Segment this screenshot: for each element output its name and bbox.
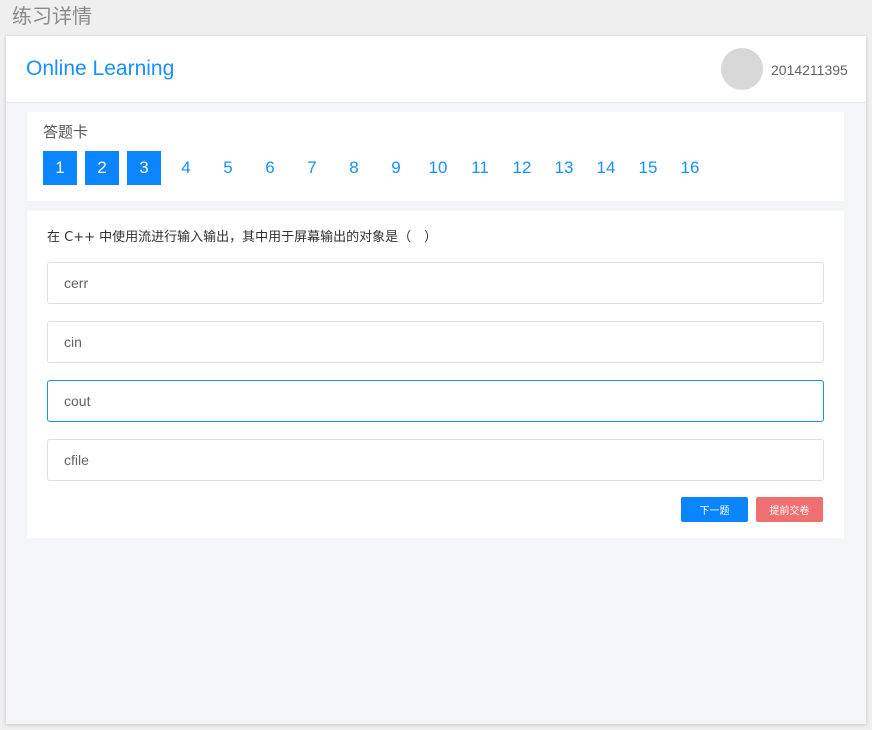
- answer-card: 答题卡 1 2 3 4 5 6 7 8 9 10 11 12 13 14 15 …: [27, 112, 844, 201]
- option-cout[interactable]: cout: [47, 380, 824, 422]
- app-window: Online Learning 2014211395 答题卡 1 2 3 4 5…: [6, 36, 866, 724]
- question-number-button[interactable]: 2: [85, 151, 119, 185]
- question-number-button[interactable]: 7: [295, 151, 329, 185]
- avatar[interactable]: [721, 48, 763, 90]
- question-number-button[interactable]: 8: [337, 151, 371, 185]
- option-cerr[interactable]: cerr: [47, 262, 824, 304]
- next-question-button[interactable]: 下一题: [681, 497, 748, 522]
- question-number-button[interactable]: 11: [463, 151, 497, 185]
- answer-card-title: 答题卡: [43, 123, 89, 141]
- question-number-button[interactable]: 12: [505, 151, 539, 185]
- option-label: cfile: [64, 452, 89, 468]
- question-number-button[interactable]: 3: [127, 151, 161, 185]
- question-number-button[interactable]: 16: [673, 151, 707, 185]
- top-header: Online Learning 2014211395: [6, 36, 866, 103]
- question-number-button[interactable]: 4: [169, 151, 203, 185]
- question-number-button[interactable]: 15: [631, 151, 665, 185]
- question-number-list: 1 2 3 4 5 6 7 8 9 10 11 12 13 14 15 16: [43, 151, 715, 185]
- option-label: cout: [64, 393, 91, 409]
- option-cin[interactable]: cin: [47, 321, 824, 363]
- brand-logo[interactable]: Online Learning: [26, 57, 174, 81]
- window-title: 练习详情: [12, 4, 92, 28]
- option-label: cin: [64, 334, 82, 350]
- question-number-button[interactable]: 5: [211, 151, 245, 185]
- option-cfile[interactable]: cfile: [47, 439, 824, 481]
- option-label: cerr: [64, 275, 89, 291]
- question-number-button[interactable]: 13: [547, 151, 581, 185]
- submit-early-button[interactable]: 提前交卷: [756, 497, 823, 522]
- question-number-button[interactable]: 9: [379, 151, 413, 185]
- user-id[interactable]: 2014211395: [771, 61, 848, 79]
- question-text: 在 C++ 中使用流进行输入输出，其中用于屏幕输出的对象是（ ）: [47, 230, 438, 245]
- question-panel: 在 C++ 中使用流进行输入输出，其中用于屏幕输出的对象是（ ） cerr ci…: [27, 211, 844, 538]
- question-number-button[interactable]: 10: [421, 151, 455, 185]
- question-number-button[interactable]: 14: [589, 151, 623, 185]
- question-number-button[interactable]: 1: [43, 151, 77, 185]
- question-number-button[interactable]: 6: [253, 151, 287, 185]
